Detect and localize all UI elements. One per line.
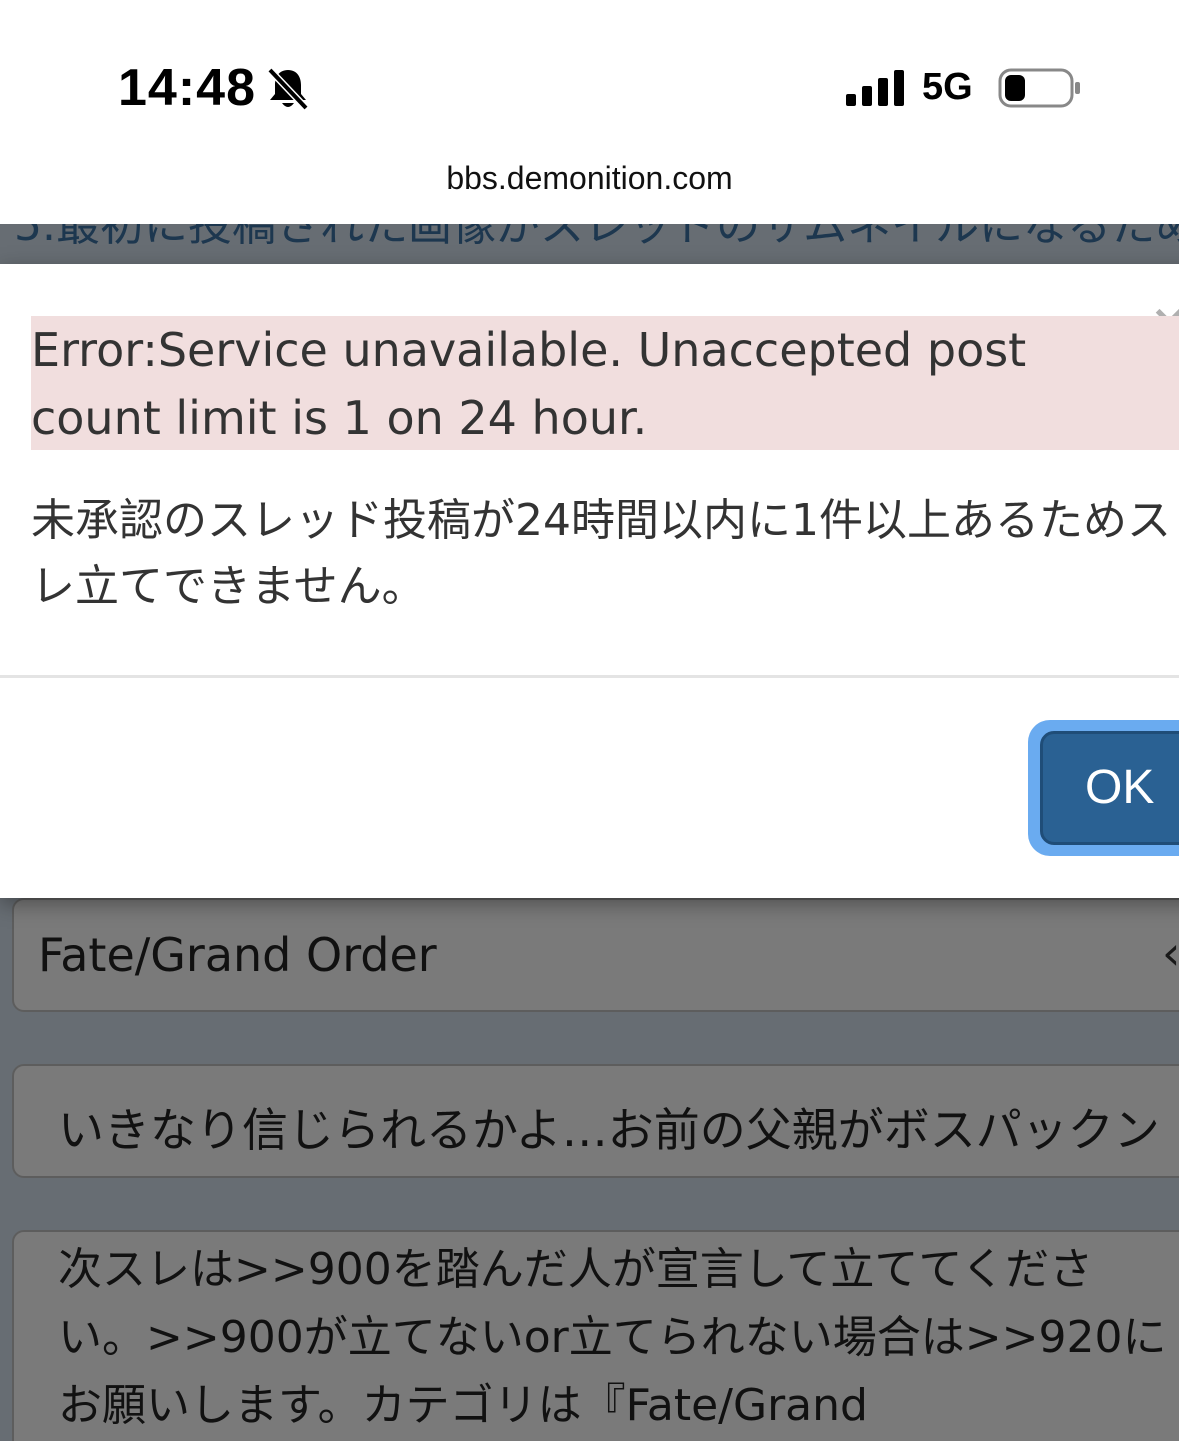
network-type: 5G — [922, 66, 973, 108]
battery-icon — [998, 68, 1080, 108]
status-time: 14:48 — [118, 59, 256, 117]
signal-icon — [846, 70, 904, 106]
error-alert: Error:Service unavailable. Unaccepted po… — [31, 316, 1179, 450]
error-modal: × Error:Service unavailable. Unaccepted … — [0, 264, 1179, 898]
modal-divider — [0, 675, 1179, 678]
url-bar[interactable]: bbs.demonition.com — [0, 160, 1179, 197]
ok-button[interactable]: OK — [1040, 731, 1179, 845]
bell-slash-icon — [267, 67, 309, 111]
japanese-message: 未承認のスレッド投稿が24時間以内に1件以上あるためスレ立てできません。 — [31, 495, 1171, 612]
error-message: Error:Service unavailable. Unaccepted po… — [31, 323, 1027, 445]
status-bar: 14:48 5G bbs.demonition.com — [0, 0, 1179, 196]
